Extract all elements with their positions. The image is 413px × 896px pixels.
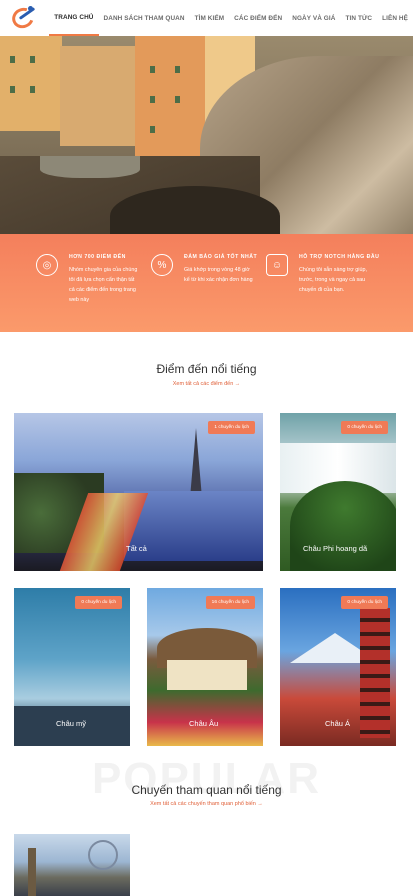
eiffel-tower (190, 428, 202, 498)
pagoda (360, 608, 390, 738)
tour-card[interactable] (14, 834, 130, 896)
destination-card[interactable]: 0 chuyến du lịch Châu mỹ (14, 588, 130, 746)
destination-name: Châu mỹ (56, 719, 87, 728)
tour-count-badge: 16 chuyến du lịch (205, 596, 255, 609)
feature-support: ☺ HỖ TRỢ NOTCH HÀNG ĐẦU Chúng tôi sẵn sà… (266, 254, 381, 332)
nav-item-tour-list[interactable]: DANH SÁCH THAM QUAN (99, 0, 190, 36)
nav-item-dates-prices[interactable]: NGÀY VÀ GIÁ (287, 0, 340, 36)
nav-item-contact[interactable]: LIÊN HỆ (377, 0, 413, 36)
nav-item-home[interactable]: TRANG CHỦ (49, 0, 99, 36)
hero-building (135, 36, 210, 171)
hero-bridge (40, 156, 140, 178)
feature-destinations: ◎ HƠN 700 ĐIỂM ĐẾN Nhóm chuyên gia của c… (36, 254, 151, 332)
tour-count-badge: 0 chuyến du lịch (341, 421, 388, 434)
big-ben (28, 848, 36, 896)
feature-text: Nhóm chuyên gia của chúng tôi đã lựa chọ… (69, 267, 138, 303)
feature-title: HƠN 700 ĐIỂM ĐẾN (69, 254, 126, 260)
feature-text: Chúng tôi sẵn sàng trợ giúp, trước, tron… (299, 267, 367, 293)
destinations-view-all-link[interactable]: Xem tất cả các điểm đến → (0, 381, 413, 387)
feature-title: HỖ TRỢ NOTCH HÀNG ĐẦU (299, 254, 380, 260)
feature-best-price: % ĐẢM BẢO GIÁ TỐT NHẤT Giá khớp trong vò… (151, 254, 266, 332)
london-eye (88, 840, 118, 870)
hero-building (0, 36, 62, 131)
hero-building (60, 46, 140, 146)
destination-name: Châu Âu (189, 719, 219, 728)
feature-title: ĐẢM BẢO GIÁ TỐT NHẤT (184, 254, 258, 260)
destination-name: Tất cả (126, 544, 147, 553)
nav-item-search[interactable]: TÌM KIẾM (190, 0, 230, 36)
tours-view-all-link[interactable]: Xem tất cả các chuyến tham quan phổ biến… (0, 801, 413, 807)
destination-name: Châu Phi hoang dã (303, 544, 368, 553)
support-icon: ☺ (266, 254, 288, 276)
destination-card[interactable]: 0 chuyến du lịch Châu Phi hoang dã (280, 413, 396, 571)
main-nav: TRANG CHỦ DANH SÁCH THAM QUAN TÌM KIẾM C… (49, 0, 413, 36)
destination-name: Châu Á (325, 719, 351, 728)
features-strip: ◎ HƠN 700 ĐIỂM ĐẾN Nhóm chuyên gia của c… (0, 234, 413, 332)
percent-icon: % (151, 254, 173, 276)
header: TRANG CHỦ DANH SÁCH THAM QUAN TÌM KIẾM C… (0, 0, 413, 36)
tour-count-badge: 1 chuyến du lịch (208, 421, 255, 434)
globe-icon: ◎ (36, 254, 58, 276)
hero-image (0, 36, 413, 234)
destination-card[interactable]: 0 chuyến du lịch Châu Á (280, 588, 396, 746)
destination-card[interactable]: 16 chuyến du lịch Châu Âu (147, 588, 263, 746)
nav-item-news[interactable]: TIN TỨC (340, 0, 377, 36)
destinations-title: Điểm đến nổi tiếng (156, 362, 257, 376)
tours-title: Chuyến tham quan nổi tiếng (131, 783, 282, 797)
tour-count-badge: 0 chuyến du lịch (341, 596, 388, 609)
feature-text: Giá khớp trong vòng 48 giờ kể từ khi xác… (184, 267, 253, 283)
destination-card[interactable]: 1 chuyến du lịch Tất cả (14, 413, 263, 571)
nav-item-destinations[interactable]: CÁC ĐIỂM ĐẾN (229, 0, 287, 36)
logo[interactable] (8, 4, 38, 32)
tour-count-badge: 0 chuyến du lịch (75, 596, 122, 609)
